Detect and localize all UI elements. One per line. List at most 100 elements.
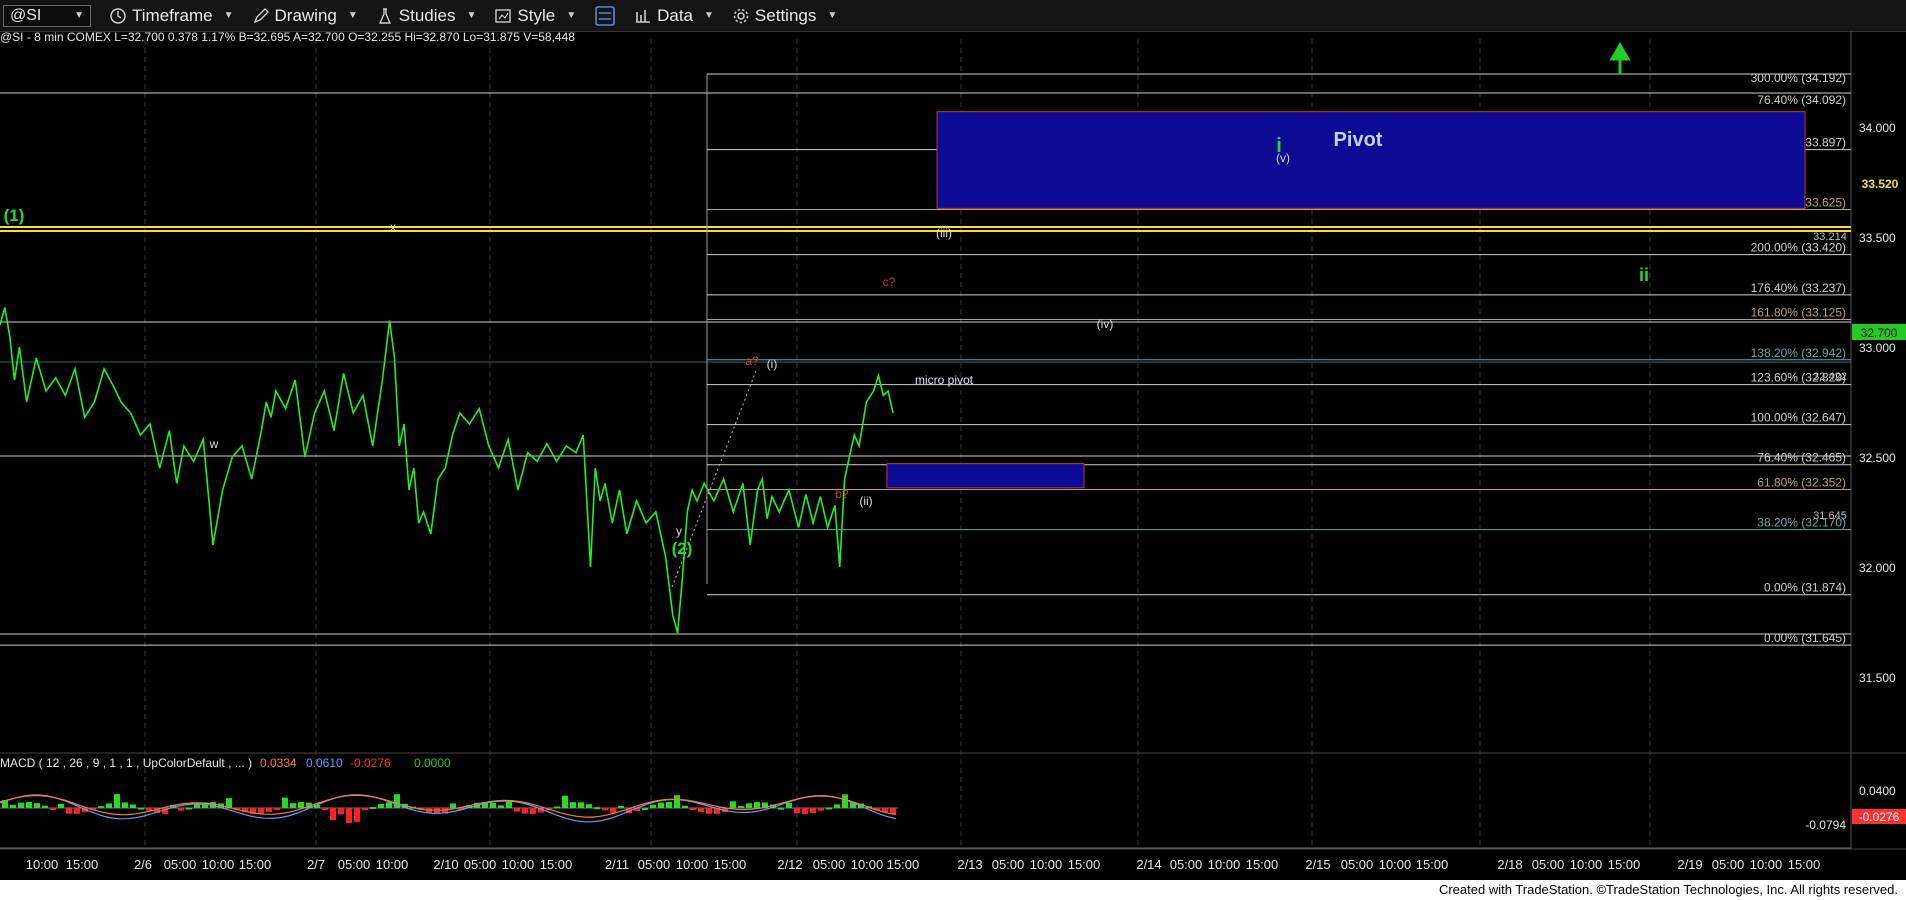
- macd-bar-80: [642, 807, 648, 810]
- macd-bar-22: [178, 808, 184, 811]
- macd-bar-42: [338, 808, 344, 815]
- macd-bar-41: [330, 808, 336, 821]
- macd-bar-7: [58, 803, 64, 808]
- price-series: [0, 307, 894, 634]
- micro-pivot-zone: [886, 463, 1085, 489]
- time-label-33: 2/18: [1497, 857, 1522, 872]
- macd-bar-1: [10, 804, 16, 808]
- chevron-down-icon: ▼: [566, 10, 577, 21]
- fib-label-11: 61.80% (32.352): [1757, 476, 1846, 490]
- wave-label-13: (v): [1276, 151, 1290, 165]
- macd-bar-71: [570, 802, 576, 808]
- gear-icon: [733, 8, 749, 23]
- time-label-39: 10:00: [1750, 857, 1783, 872]
- time-label-2: 2/6: [134, 857, 152, 872]
- drawing-menu[interactable]: Drawing ▼: [252, 6, 358, 26]
- macd-bar-85: [682, 805, 688, 808]
- chart-toolbar: @SI ▼ Timeframe ▼ Drawing ▼ Studies ▼ Style…: [0, 0, 1906, 32]
- time-label-32: 15:00: [1416, 857, 1449, 872]
- macd-tick-0: 0.0400: [1859, 784, 1896, 798]
- time-label-6: 2/7: [307, 857, 325, 872]
- fib-label-10: 76.40% (32.465): [1757, 451, 1846, 465]
- timeframe-label: Timeframe: [132, 5, 213, 25]
- time-label-16: 15:00: [714, 857, 747, 872]
- time-label-17: 2/12: [777, 857, 802, 872]
- time-label-13: 2/11: [605, 857, 629, 872]
- time-label-26: 05:00: [1170, 857, 1203, 872]
- time-label-22: 05:00: [992, 857, 1025, 872]
- macd-value-2: -0.0276: [350, 756, 391, 770]
- price-tick-0: 34.000: [1859, 121, 1896, 135]
- price-chart[interactable]: 300.00% (34.192)76.40% (34.092)261.80% (…: [0, 31, 1906, 880]
- macd-bar-93: [746, 803, 752, 808]
- data-menu[interactable]: Data ▼: [634, 6, 714, 26]
- timeframe-menu[interactable]: Timeframe ▼: [109, 6, 234, 26]
- macd-bar-8: [66, 808, 72, 814]
- macd-bar-101: [810, 808, 816, 814]
- wave-label-5: a?: [745, 354, 759, 368]
- wave-label-6: (i): [767, 357, 778, 371]
- macd-bar-34: [274, 808, 280, 810]
- macd-bar-76: [610, 808, 616, 813]
- time-label-4: 10:00: [202, 857, 235, 872]
- layout-icon: [595, 5, 615, 26]
- macd-value-1: 0.0610: [306, 756, 343, 770]
- price-tick-5: 31.500: [1859, 671, 1896, 685]
- time-label-23: 10:00: [1030, 857, 1063, 872]
- time-label-30: 05:00: [1341, 857, 1374, 872]
- macd-bar-44: [354, 808, 360, 822]
- time-axis: 10:00 15:00 2/6 05:00 10:00 15:00 2/7 05:00 10:0…: [26, 857, 1821, 872]
- macd-bar-86: [690, 808, 696, 810]
- macd-bar-12: [98, 806, 104, 809]
- price-tick-3: 32.500: [1859, 451, 1896, 465]
- macd-bar-66: [530, 808, 536, 814]
- time-label-27: 10:00: [1208, 857, 1241, 872]
- style-menu[interactable]: Style ▼: [494, 6, 576, 26]
- wave-label-9: c?: [883, 275, 896, 289]
- fib-label-5: 176.40% (33.237): [1751, 281, 1846, 295]
- macd-bar-72: [578, 802, 584, 808]
- time-label-25: 2/14: [1136, 857, 1161, 872]
- symbol-text: @SI: [10, 6, 42, 24]
- macd-bar-23: [186, 807, 192, 810]
- macd-bar-56: [450, 803, 456, 808]
- macd-bar-83: [666, 802, 672, 808]
- axis-tag-4: 31.645: [1813, 510, 1847, 522]
- macd-bar-81: [650, 804, 656, 808]
- clock-icon: [110, 7, 126, 24]
- macd-bar-65: [522, 808, 528, 814]
- drawing-label: Drawing: [274, 5, 337, 25]
- fib-label-1: 76.40% (34.092): [1757, 93, 1846, 107]
- settings-menu[interactable]: Settings ▼: [732, 6, 837, 26]
- macd-bar-98: [786, 802, 792, 808]
- macd-bar-16: [130, 804, 136, 808]
- macd-bar-61: [490, 802, 496, 808]
- layout-button[interactable]: [594, 5, 616, 27]
- price-tick-1: 33.500: [1859, 231, 1896, 245]
- macd-pane: 0.0334 0.0610 -0.0276 0.0000 0.0400 -0.0276 -0…: [0, 756, 1906, 849]
- macd-bar-87: [698, 808, 704, 812]
- time-label-38: 05:00: [1712, 857, 1745, 872]
- time-label-29: 2/15: [1305, 857, 1330, 872]
- studies-menu[interactable]: Studies ▼: [376, 6, 476, 26]
- macd-bar-104: [834, 804, 840, 808]
- macd-bar-33: [266, 808, 272, 812]
- macd-bar-35: [282, 797, 288, 808]
- wave-label-14: ii: [1639, 265, 1649, 285]
- micro-pivot-label: micro pivot: [915, 373, 974, 387]
- wave-label-2: x: [390, 220, 396, 234]
- axis-tag-yellow: 33.520: [1862, 177, 1899, 191]
- symbol-input[interactable]: @SI ▼: [3, 4, 91, 27]
- fib-label-9: 100.00% (32.647): [1751, 411, 1846, 425]
- macd-bar-103: [826, 807, 832, 810]
- time-label-35: 10:00: [1570, 857, 1603, 872]
- macd-bar-111: [890, 808, 896, 814]
- time-label-8: 10:00: [376, 857, 409, 872]
- macd-bar-5: [42, 805, 48, 808]
- chevron-down-icon: ▼: [223, 10, 234, 21]
- axis-tag-2: 33.214: [1813, 231, 1847, 243]
- macd-bar-24: [194, 804, 200, 808]
- flask-icon: [378, 7, 391, 24]
- macd-bar-6: [50, 808, 56, 810]
- wave-label-10: (iii): [936, 226, 952, 240]
